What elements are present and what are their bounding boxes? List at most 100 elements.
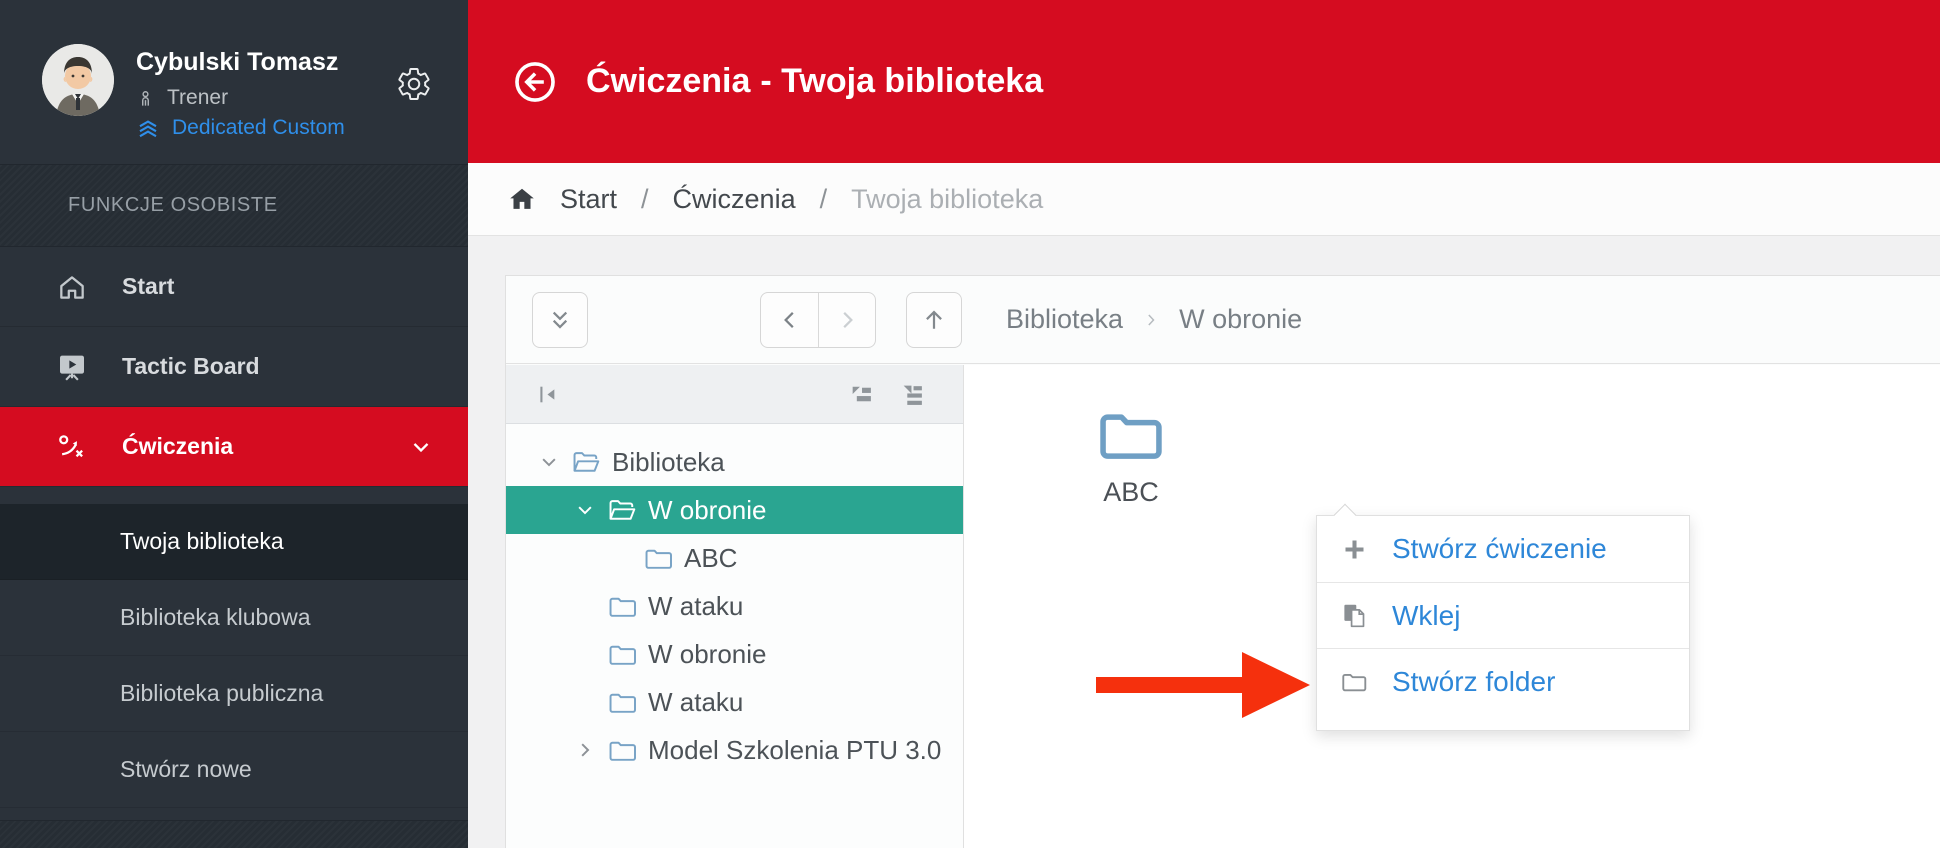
panel-body: Biblioteka W obronie (506, 365, 1940, 848)
tree-item-label: W obronie (648, 495, 767, 526)
sidebar-item-label: Tactic Board (122, 353, 260, 380)
chevron-placeholder (572, 689, 598, 715)
chevron-left-icon (777, 307, 803, 333)
folder-open-icon (608, 497, 638, 523)
chevron-down-icon[interactable] (536, 449, 562, 475)
breadcrumb-separator: / (641, 184, 649, 215)
tree-item-label: Biblioteka (612, 447, 725, 478)
breadcrumb-start[interactable]: Start (560, 184, 617, 215)
tree-item-w-obronie-2[interactable]: W obronie (506, 630, 963, 678)
folder-icon (608, 641, 638, 667)
profile-section: Cybulski Tomasz Trener Dedicated Custom (0, 0, 468, 165)
tree-item-label: Model Szkolenia PTU 3.0 (648, 735, 941, 766)
breadcrumb-separator: / (820, 184, 828, 215)
red-pointer-arrow (1096, 646, 1310, 724)
user-name: Cybulski Tomasz (136, 48, 338, 77)
home-outline-icon (56, 271, 88, 303)
chevron-down-icon (408, 434, 434, 460)
sidebar-nav: Start Tactic Board Ćwiczenia (0, 247, 468, 808)
nav-back-button[interactable] (761, 293, 818, 347)
tree-item-model-szkolenia[interactable]: Model Szkolenia PTU 3.0 (506, 726, 963, 774)
menu-item-label: Stwórz ćwiczenie (1392, 533, 1607, 565)
home-icon[interactable] (508, 185, 536, 213)
folder-open-icon (572, 449, 602, 475)
nav-forward-button[interactable] (818, 293, 875, 347)
content-wrap: Biblioteka W obronie (468, 236, 1940, 848)
tree-item-w-ataku-1[interactable]: W ataku (506, 582, 963, 630)
sidebar-next-section-band (0, 820, 468, 848)
tactic-board-icon (56, 351, 88, 383)
collapse-pane-icon[interactable] (536, 382, 561, 407)
sidebar-item-label: Start (122, 273, 174, 300)
avatar (42, 44, 114, 116)
chevron-right-icon (1141, 310, 1161, 330)
sidebar-submenu: Twoja biblioteka Biblioteka klubowa Bibl… (0, 487, 468, 808)
menu-item-wklej[interactable]: Wklej (1317, 582, 1689, 648)
chevron-right-icon[interactable] (572, 737, 598, 763)
folder-icon (608, 689, 638, 715)
library-panel: Biblioteka W obronie (505, 275, 1940, 848)
chevron-placeholder (572, 641, 598, 667)
tree-item-w-ataku-2[interactable]: W ataku (506, 678, 963, 726)
folder-tile-label: ABC (1060, 477, 1202, 508)
main-area: Ćwiczenia - Twoja biblioteka Start / Ćwi… (468, 0, 1940, 848)
sidebar-item-label: Ćwiczenia (122, 433, 233, 460)
subitem-label: Stwórz nowe (120, 756, 252, 783)
tree-item-w-obronie-selected[interactable]: W obronie (506, 486, 963, 534)
gear-icon[interactable] (396, 66, 432, 102)
sidebar-subitem-biblioteka-publiczna[interactable]: Biblioteka publiczna (0, 656, 468, 732)
tree-item-abc[interactable]: ABC (506, 534, 963, 582)
path-root[interactable]: Biblioteka (1006, 304, 1123, 335)
paste-icon (1341, 602, 1368, 629)
folder-icon (644, 545, 674, 571)
page-title-bold: Ćwiczenia (586, 62, 750, 101)
folder-path: Biblioteka W obronie (1006, 304, 1302, 335)
folder-icon (608, 593, 638, 619)
collapse-all-icon[interactable] (849, 382, 874, 407)
user-plan[interactable]: Dedicated Custom (172, 116, 345, 140)
exercises-tactics-icon (56, 431, 88, 463)
folder-tile-abc[interactable]: ABC (1060, 405, 1202, 508)
folder-icon (1341, 668, 1368, 695)
sidebar-subitem-stworz-nowe[interactable]: Stwórz nowe (0, 732, 468, 808)
expand-all-icon[interactable] (900, 382, 925, 407)
library-toolbar: Biblioteka W obronie (506, 276, 1940, 364)
arrow-up-icon (920, 306, 948, 334)
plan-chevrons-icon (136, 116, 160, 140)
sidebar-subitem-twoja-biblioteka[interactable]: Twoja biblioteka (0, 504, 468, 580)
breadcrumb-cwiczenia[interactable]: Ćwiczenia (673, 184, 796, 215)
history-nav-group (760, 292, 876, 348)
folder-icon (608, 737, 638, 763)
tree-item-label: W ataku (648, 687, 743, 718)
subitem-label: Biblioteka klubowa (120, 604, 311, 631)
subitem-label: Biblioteka publiczna (120, 680, 323, 707)
page-title: Ćwiczenia - Twoja biblioteka (586, 62, 1043, 101)
go-up-button[interactable] (906, 292, 962, 348)
folder-content-pane: ABC Stwórz ćwiczenie (964, 365, 1940, 848)
folder-icon (1095, 405, 1167, 463)
menu-item-stworz-folder[interactable]: Stwórz folder (1317, 648, 1689, 714)
sidebar-item-cwiczenia[interactable]: Ćwiczenia (0, 407, 468, 487)
sidebar-item-start[interactable]: Start (0, 247, 468, 327)
menu-item-label: Stwórz folder (1392, 666, 1555, 698)
chevron-down-icon[interactable] (572, 497, 598, 523)
collapse-toolbar-button[interactable] (532, 292, 588, 348)
sidebar-item-tactic-board[interactable]: Tactic Board (0, 327, 468, 407)
chevron-placeholder (608, 545, 634, 571)
context-menu: Stwórz ćwiczenie Wklej (1316, 515, 1690, 731)
subitem-label: Twoja biblioteka (120, 528, 284, 555)
folder-tree: Biblioteka W obronie (506, 424, 963, 774)
back-circle-icon[interactable] (512, 59, 558, 105)
section-label: FUNKCJE OSOBISTE (68, 194, 278, 217)
person-icon (136, 89, 155, 108)
menu-item-stworz-cwiczenie[interactable]: Stwórz ćwiczenie (1317, 516, 1689, 582)
tree-header (506, 365, 963, 424)
sidebar: Cybulski Tomasz Trener Dedicated Custom … (0, 0, 468, 848)
page-title-rest: - Twoja biblioteka (760, 62, 1043, 101)
user-role: Trener (167, 86, 228, 110)
tree-item-biblioteka[interactable]: Biblioteka (506, 438, 963, 486)
avatar-image (42, 44, 114, 116)
tree-item-label: ABC (684, 543, 737, 574)
menu-item-label: Wklej (1392, 600, 1460, 632)
sidebar-subitem-biblioteka-klubowa[interactable]: Biblioteka klubowa (0, 580, 468, 656)
